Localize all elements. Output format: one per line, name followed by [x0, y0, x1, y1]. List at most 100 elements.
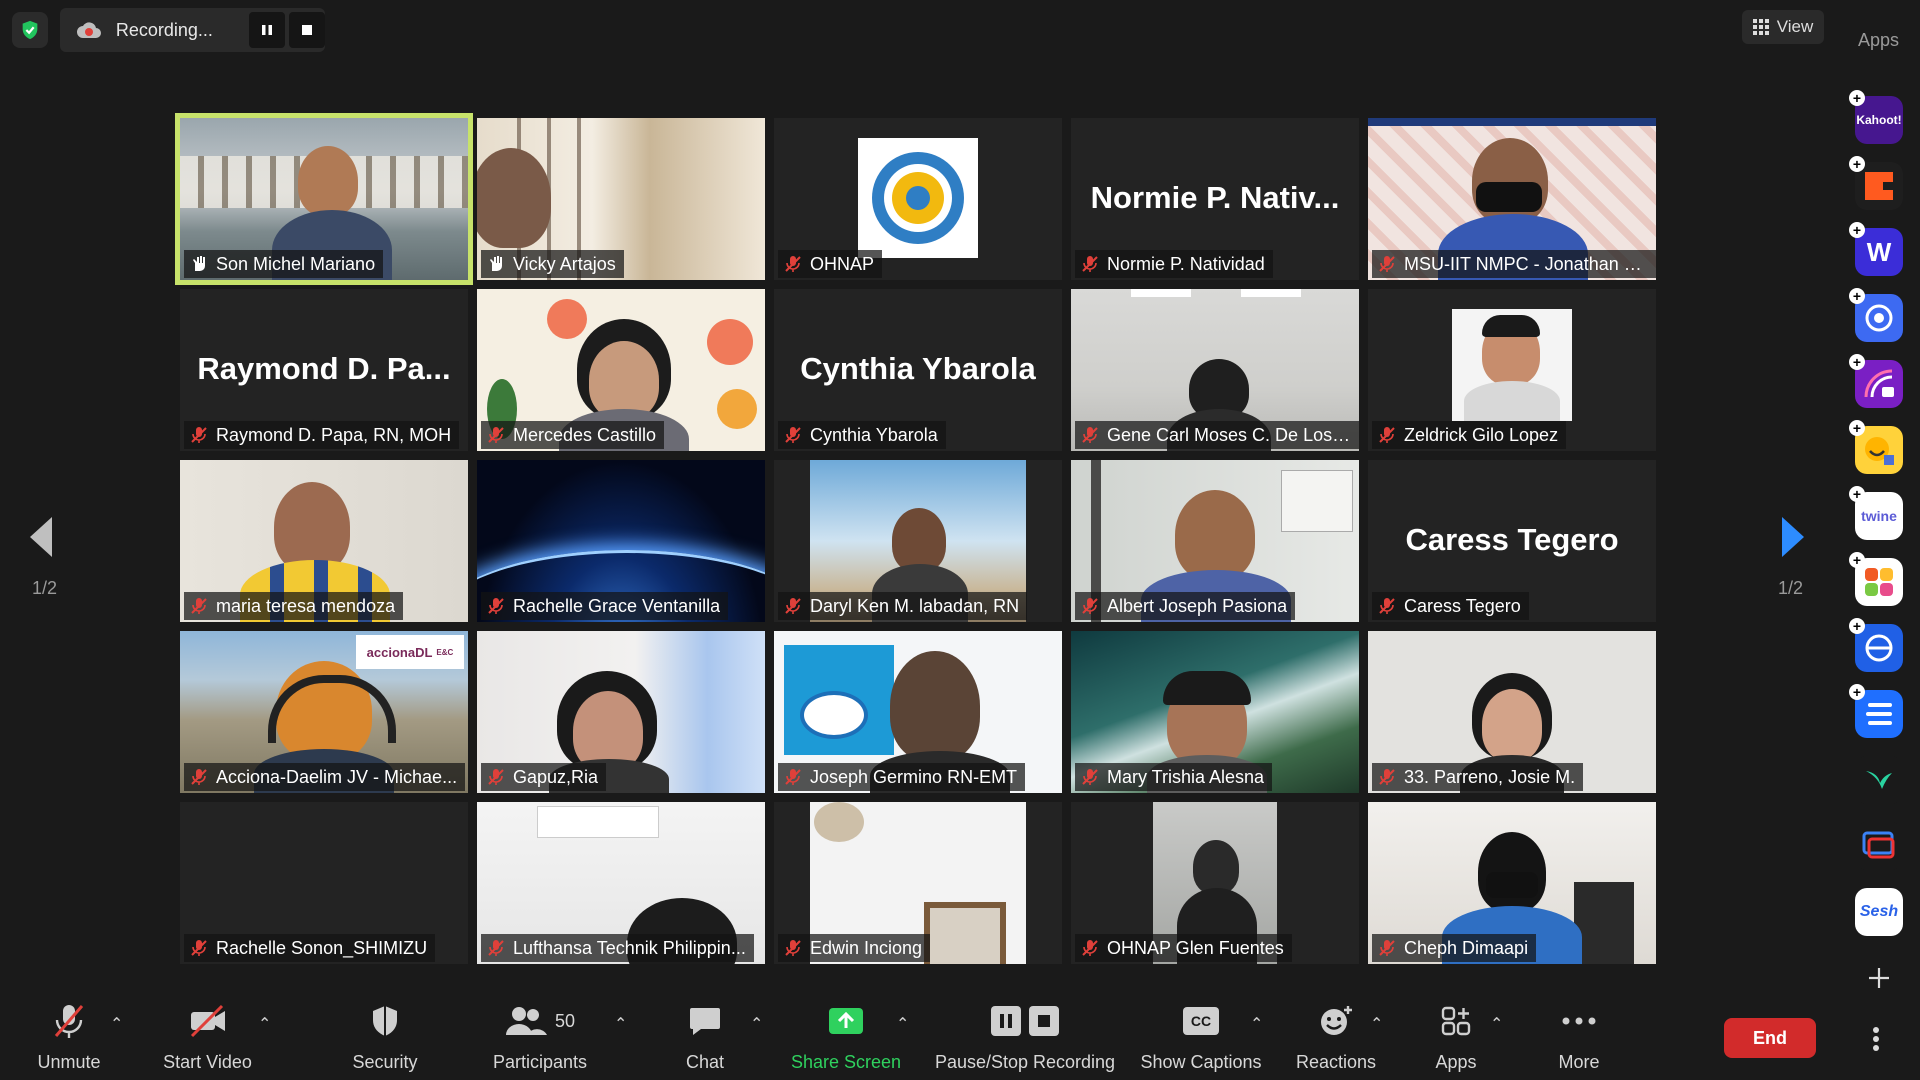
kahoot-app-icon[interactable]: + Kahoot!: [1849, 90, 1903, 144]
acciona-logo-text: accionaDL: [366, 644, 433, 660]
participant-name: Cynthia Ybarola: [810, 424, 938, 445]
video-tile[interactable]: Vicky Artajos: [477, 118, 765, 280]
video-tile[interactable]: Rachelle Sonon_SHIMIZU: [180, 802, 468, 964]
video-tile[interactable]: OHNAP: [774, 118, 1062, 280]
recording-text: Recording...: [115, 19, 213, 40]
video-tile[interactable]: Mary Trishia Alesna: [1071, 631, 1359, 793]
twine-app-icon[interactable]: + twine: [1849, 486, 1903, 540]
video-tile[interactable]: Gene Carl Moses C. De Los S...: [1071, 289, 1359, 451]
add-app-plus-icon: +: [1849, 618, 1865, 634]
muted-mic-icon: [191, 940, 207, 956]
stop-icon: [1029, 1006, 1059, 1036]
participants-options-chevron-icon[interactable]: ⌃: [614, 1014, 627, 1034]
reactions-button[interactable]: Reactions: [1290, 1000, 1382, 1073]
participants-count: 50: [554, 1010, 576, 1031]
share-screen-button[interactable]: Share Screen: [786, 1000, 906, 1073]
raised-hand-icon: [193, 256, 205, 271]
add-app-plus-icon: +: [1849, 684, 1865, 700]
purple-video-app-icon[interactable]: +: [1849, 354, 1903, 408]
captions-options-chevron-icon[interactable]: ⌃: [1250, 1014, 1263, 1034]
chat-button[interactable]: Chat: [660, 1000, 750, 1073]
video-tile[interactable]: Gapuz,Ria: [477, 631, 765, 793]
stop-recording-button[interactable]: [289, 12, 325, 48]
blocks-app-icon[interactable]: +: [1849, 552, 1903, 606]
audio-options-chevron-icon[interactable]: ⌃: [110, 1014, 123, 1034]
start-video-button[interactable]: Start Video: [150, 1000, 265, 1073]
video-tile[interactable]: Edwin Inciong: [774, 802, 1062, 964]
apps-button[interactable]: Apps: [1414, 1000, 1498, 1073]
unmute-label: Unmute: [37, 1052, 101, 1072]
participants-button[interactable]: 50 Participants: [484, 1000, 596, 1073]
end-meeting-button[interactable]: End: [1724, 1018, 1816, 1058]
sesh-app-icon[interactable]: Sesh: [1855, 888, 1903, 936]
circle-app-icon[interactable]: +: [1849, 288, 1903, 342]
video-tile[interactable]: Son Michel Mariano: [175, 113, 473, 285]
chat-options-chevron-icon[interactable]: ⌃: [750, 1014, 763, 1034]
orange-app-icon[interactable]: +: [1849, 156, 1903, 210]
participant-name: Edwin Inciong: [810, 937, 923, 958]
video-tile[interactable]: Rachelle Grace Ventanilla: [477, 460, 765, 622]
security-button[interactable]: Security: [335, 1000, 435, 1073]
participant-name: Gapuz,Ria: [513, 766, 599, 787]
app-short-label: twine: [1861, 508, 1897, 524]
bird-app-icon[interactable]: [1855, 756, 1903, 804]
show-captions-button[interactable]: CC Show Captions: [1138, 1000, 1264, 1073]
apps-options-chevron-icon[interactable]: ⌃: [1490, 1014, 1503, 1034]
participant-name: Mary Trishia Alesna: [1107, 766, 1265, 787]
video-tile[interactable]: accionaDL E&C Acciona-Daelim JV - Michae.…: [180, 631, 468, 793]
video-tile[interactable]: Cynthia Ybarola Cynthia Ybarola: [774, 289, 1062, 451]
video-tile[interactable]: OHNAP Glen Fuentes: [1071, 802, 1359, 964]
participant-name: Joseph Germino RN-EMT: [810, 766, 1018, 787]
chat-icon: [690, 1008, 720, 1035]
participant-name: Albert Joseph Pasiona: [1107, 595, 1288, 616]
video-options-chevron-icon[interactable]: ⌃: [258, 1014, 271, 1034]
screen-app-icon[interactable]: [1855, 822, 1903, 870]
video-tile[interactable]: maria teresa mendoza: [180, 460, 468, 622]
more-dots-icon: [1562, 1017, 1596, 1025]
muted-mic-icon: [488, 598, 504, 614]
video-tile[interactable]: Raymond D. Pa... Raymond D. Papa, RN, MO…: [180, 289, 468, 451]
security-shield-icon[interactable]: [12, 12, 48, 48]
muted-mic-icon: [1379, 769, 1395, 785]
video-tile[interactable]: Cheph Dimaapi: [1368, 802, 1656, 964]
stack-app-icon[interactable]: +: [1849, 684, 1903, 738]
participant-name: maria teresa mendoza: [216, 595, 396, 616]
previous-page-arrow-icon[interactable]: [28, 515, 54, 564]
pause-stop-recording-button[interactable]: Pause/Stop Recording: [930, 1000, 1120, 1073]
page-indicator-left: 1/2: [32, 578, 58, 598]
video-tile[interactable]: Zeldrick Gilo Lopez: [1368, 289, 1656, 451]
share-options-chevron-icon[interactable]: ⌃: [896, 1014, 909, 1034]
video-tile[interactable]: Mercedes Castillo: [477, 289, 765, 451]
view-button[interactable]: View: [1742, 10, 1824, 44]
participant-name: Vicky Artajos: [513, 253, 616, 274]
video-tile[interactable]: Daryl Ken M. labadan, RN: [774, 460, 1062, 622]
sync-app-icon[interactable]: +: [1849, 618, 1903, 672]
reactions-options-chevron-icon[interactable]: ⌃: [1370, 1014, 1383, 1034]
next-page-arrow-icon[interactable]: [1780, 515, 1806, 564]
wordwall-app-icon[interactable]: + W: [1849, 222, 1903, 276]
participant-display-name: Normie P. Nativ...: [1090, 180, 1340, 215]
video-tile[interactable]: Caress Tegero Caress Tegero: [1368, 460, 1656, 622]
muted-mic-icon: [785, 940, 801, 956]
participant-name: OHNAP Glen Fuentes: [1107, 937, 1284, 958]
app-short-label: Kahoot!: [1856, 113, 1902, 127]
video-tile[interactable]: Joseph Germino RN-EMT: [774, 631, 1062, 793]
emoji-app-icon[interactable]: +: [1849, 420, 1903, 474]
video-tile[interactable]: 33. Parreno, Josie M.: [1368, 631, 1656, 793]
show-captions-label: Show Captions: [1140, 1052, 1262, 1072]
cloud-record-icon: [74, 19, 104, 41]
raised-hand-icon: [490, 256, 502, 271]
video-tile[interactable]: MSU-IIT NMPC - Jonathan P...: [1368, 118, 1656, 280]
video-tile[interactable]: Normie P. Nativ... Normie P. Natividad: [1071, 118, 1359, 280]
reactions-smiley-icon: [1321, 1006, 1352, 1035]
overflow-vertical-dots-icon[interactable]: [1872, 1026, 1880, 1057]
video-tile[interactable]: Albert Joseph Pasiona: [1071, 460, 1359, 622]
video-tile[interactable]: Lufthansa Technik Philippin...: [477, 802, 765, 964]
pause-icon: [991, 1006, 1021, 1036]
pause-recording-button[interactable]: [249, 12, 286, 48]
chat-label: Chat: [685, 1052, 725, 1072]
muted-mic-icon: [1379, 940, 1395, 956]
unmute-button[interactable]: Unmute: [24, 1000, 114, 1073]
muted-mic-icon: [1082, 256, 1098, 272]
more-button[interactable]: More: [1538, 1000, 1620, 1073]
